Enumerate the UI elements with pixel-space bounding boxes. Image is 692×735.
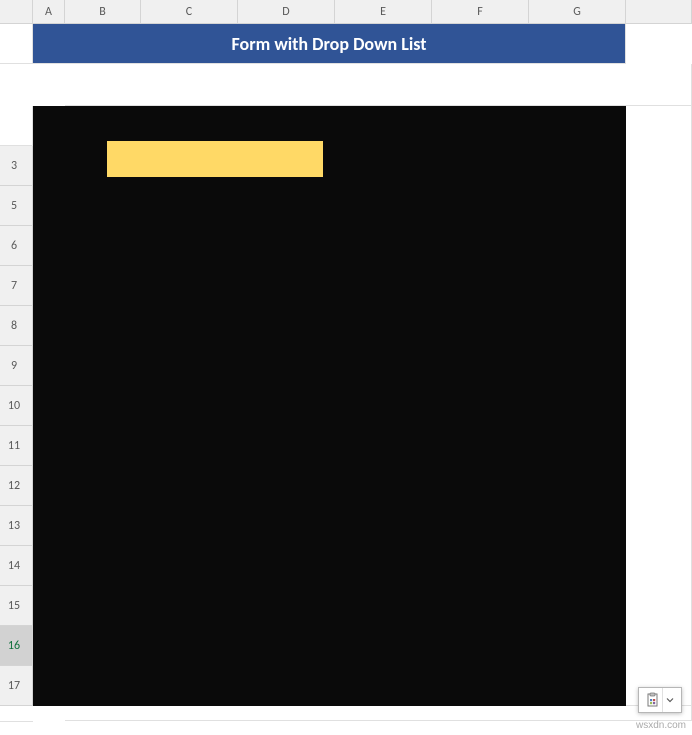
row-hdr-14[interactable]: 14 xyxy=(0,546,33,586)
spreadsheet-viewport: A B C D E F G 1 2 Form with Drop Down Li… xyxy=(0,0,692,735)
clipboard-icon xyxy=(644,691,662,709)
row-hdr-13[interactable]: 13 xyxy=(0,506,33,546)
col-hdr-C[interactable]: C xyxy=(141,0,238,24)
chevron-down-icon[interactable] xyxy=(662,688,676,712)
col-hdr-G[interactable]: G xyxy=(529,0,626,24)
row-hdr-11[interactable]: 11 xyxy=(0,426,33,466)
grid: A B C D E F G 1 2 Form with Drop Down Li… xyxy=(0,0,692,722)
paste-options-button[interactable] xyxy=(638,687,682,713)
row-hdr-17[interactable]: 17 xyxy=(0,666,33,706)
col-hdr-B[interactable]: B xyxy=(65,0,141,24)
row-hdr-5[interactable]: 5 xyxy=(0,186,33,226)
row-hdr-15[interactable]: 15 xyxy=(0,586,33,626)
title-banner[interactable]: Form with Drop Down List xyxy=(33,24,626,64)
row-hdr-7[interactable]: 7 xyxy=(0,266,33,306)
col-hdr-D[interactable]: D xyxy=(238,0,335,24)
row-hdr-12[interactable]: 12 xyxy=(0,466,33,506)
row-hdr-3[interactable]: 3 xyxy=(0,146,33,186)
col-hdr-F[interactable]: F xyxy=(432,0,529,24)
cell-B3-extra3[interactable] xyxy=(65,706,692,721)
row-hdr-10[interactable]: 10 xyxy=(0,386,33,426)
col-hdr-A[interactable]: A xyxy=(33,0,65,24)
cell-B1-extra1[interactable] xyxy=(65,64,692,106)
cell-A2[interactable] xyxy=(0,106,33,146)
form-panel[interactable] xyxy=(33,106,626,706)
dropdown-input[interactable] xyxy=(107,141,323,177)
select-all-corner[interactable] xyxy=(0,0,33,24)
row-hdr-16[interactable]: 16 xyxy=(0,626,33,666)
col-hdr-E[interactable]: E xyxy=(335,0,432,24)
cell-extra-4to18[interactable] xyxy=(626,106,692,706)
col-hdr-extra[interactable] xyxy=(626,0,692,24)
row-hdr-9[interactable]: 9 xyxy=(0,346,33,386)
cell-A1[interactable] xyxy=(0,24,33,64)
watermark: wsxdn.com xyxy=(636,720,686,731)
cell-A4[interactable] xyxy=(0,721,33,722)
row-hdr-6[interactable]: 6 xyxy=(0,226,33,266)
row-hdr-8[interactable]: 8 xyxy=(0,306,33,346)
